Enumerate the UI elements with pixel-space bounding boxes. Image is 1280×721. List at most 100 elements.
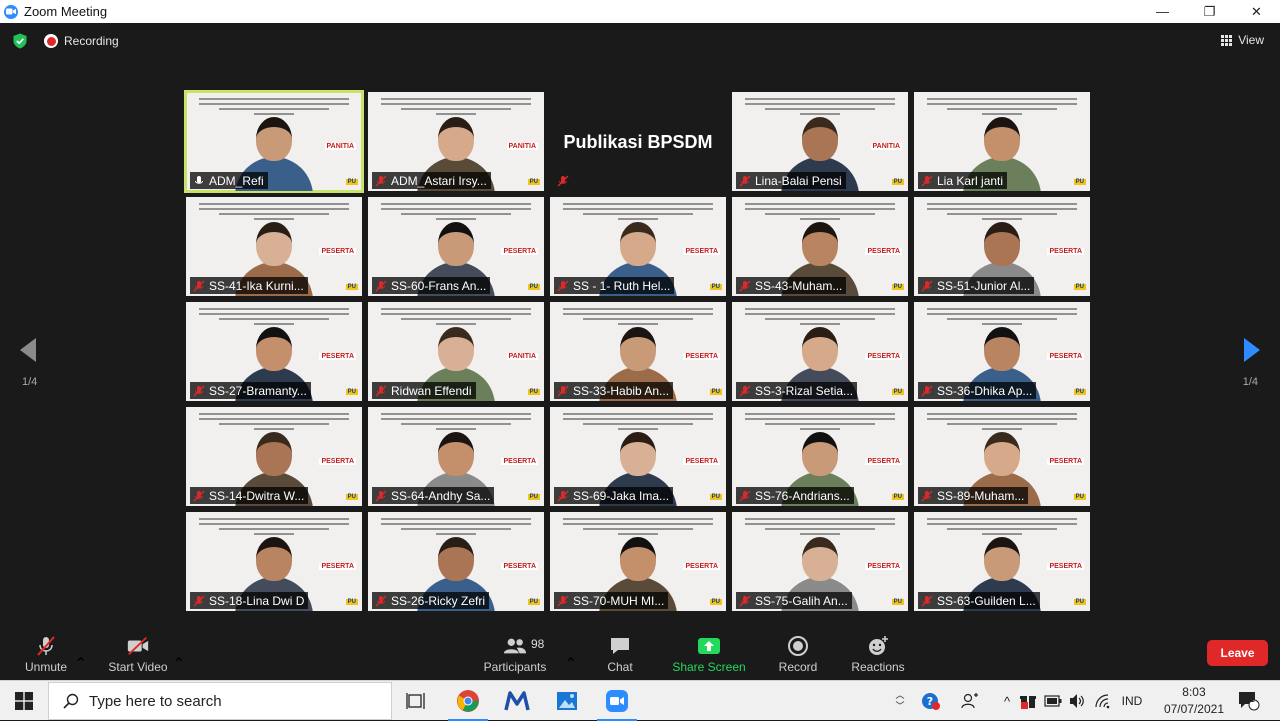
participant-video-tile[interactable]: Publikasi BPSDM [550, 92, 726, 191]
zoom-app-icon [4, 4, 18, 19]
participant-video-tile[interactable]: PESERTA PU SS - 1- Ruth Hel... [550, 197, 726, 296]
video-options-caret-icon[interactable]: ⌃ [172, 632, 185, 680]
participant-role-label: PESERTA [865, 353, 902, 360]
participant-name: Lia Karl janti [937, 173, 1004, 188]
close-button[interactable]: ✕ [1233, 0, 1280, 23]
muted-microphone-icon [375, 175, 387, 186]
recording-label[interactable]: Recording [64, 34, 119, 48]
reactions-button[interactable]: Reactions [850, 632, 906, 680]
participant-name: SS-75-Galih An... [755, 593, 848, 608]
chevron-up-icon[interactable]: ︿ [895, 690, 904, 701]
start-video-label: Start Video [108, 660, 168, 674]
muted-microphone-icon [557, 385, 569, 396]
participant-video-tile[interactable]: PESERTA PU SS-14-Dwitra W... [186, 407, 362, 506]
participant-video-tile[interactable]: PESERTA PU SS-3-Rizal Setia... [732, 302, 908, 401]
taskbar-zoom-app[interactable] [593, 681, 641, 721]
chevron-down-icon[interactable]: ﹀ [895, 701, 904, 712]
gift-icon [1020, 696, 1036, 709]
participant-video-tile[interactable]: PESERTA PU SS-27-Bramanty... [186, 302, 362, 401]
participant-name: SS-18-Lina Dwi D [209, 593, 305, 608]
people-icon [961, 693, 978, 709]
taskbar-chrome-app[interactable] [444, 681, 492, 721]
participant-video-tile[interactable]: PESERTA PU SS-26-Ricky Zefri [368, 512, 544, 611]
record-button[interactable]: Record [777, 632, 819, 680]
participant-name: SS-36-Dhika Ap... [937, 383, 1033, 398]
show-hidden-icons-chevron-icon[interactable]: ^ [998, 681, 1016, 721]
muted-microphone-icon [557, 175, 569, 186]
taskbar-photos-app[interactable] [543, 681, 591, 721]
view-button[interactable]: View [1221, 33, 1264, 47]
pupr-logo: PU [891, 179, 904, 185]
next-page-arrow-icon[interactable] [1236, 335, 1266, 365]
people-tray-icon[interactable] [958, 681, 982, 721]
participant-video-tile[interactable]: PESERTA PU SS-69-Jaka Ima... [550, 407, 726, 506]
participant-video-tile[interactable]: PESERTA PU SS-33-Habib An... [550, 302, 726, 401]
participant-role-label: PANITIA [506, 353, 538, 360]
participant-name-bar: Lina-Balai Pensi [736, 172, 846, 189]
participant-video-tile[interactable]: PANITIA PU Ridwan Effendi [368, 302, 544, 401]
previous-page-arrow-icon[interactable] [14, 335, 44, 365]
taskbar-search-box[interactable] [48, 682, 392, 720]
participant-video-tile[interactable]: PESERTA PU SS-75-Galih An... [732, 512, 908, 611]
pupr-logo: PU [527, 599, 540, 605]
start-video-button[interactable]: Start Video [106, 632, 170, 680]
tray-scroll-chevrons[interactable]: ︿ ﹀ [892, 681, 908, 721]
participant-role-label: PESERTA [683, 458, 720, 465]
audio-options-caret-icon[interactable]: ⌃ [74, 632, 87, 680]
participant-name-bar: SS-18-Lina Dwi D [190, 592, 309, 609]
participant-video-tile[interactable]: PESERTA PU SS-76-Andrians... [732, 407, 908, 506]
shield-icon[interactable] [12, 33, 28, 49]
participant-video-tile[interactable]: PESERTA PU SS-51-Junior Al... [914, 197, 1090, 296]
chat-label: Chat [607, 660, 633, 674]
participant-role-label: PESERTA [865, 563, 902, 570]
participant-video-tile[interactable]: PESERTA PU SS-70-MUH MI... [550, 512, 726, 611]
participant-video-tile[interactable]: PESERTA PU SS-89-Muham... [914, 407, 1090, 506]
participant-name-bar: SS-3-Rizal Setia... [736, 382, 858, 399]
leave-button[interactable]: Leave [1207, 640, 1268, 666]
microphone-active-icon [195, 175, 203, 184]
taskbar-clock[interactable]: 8:03 07/07/2021 [1164, 684, 1224, 718]
maximize-button[interactable]: ❐ [1186, 0, 1233, 23]
muted-microphone-icon [739, 490, 751, 501]
pupr-logo: PU [891, 284, 904, 290]
help-tray-icon[interactable]: ? [918, 681, 944, 721]
participant-video-tile[interactable]: PESERTA PU SS-63-Guilden L... [914, 512, 1090, 611]
windows-logo-icon [15, 692, 33, 710]
active-speaker-video-tile[interactable]: PANITIA PU ADM_Refi [184, 90, 364, 193]
taskbar-search-input[interactable] [89, 692, 379, 710]
input-language-indicator[interactable]: IND [1118, 681, 1146, 721]
participant-role-label: PESERTA [683, 248, 720, 255]
volume-tray-icon[interactable] [1066, 681, 1088, 721]
recording-icon[interactable] [44, 34, 58, 48]
muted-microphone-icon [557, 280, 569, 291]
participant-role-label: PESERTA [501, 563, 538, 570]
participant-video-tile[interactable]: PU Lia Karl janti [914, 92, 1090, 191]
participants-options-caret-icon[interactable]: ⌃ [564, 632, 577, 680]
page-indicator-left: 1/4 [22, 376, 38, 388]
chat-button[interactable]: Chat [603, 632, 637, 680]
minimize-button[interactable]: — [1139, 0, 1186, 23]
participant-video-tile[interactable]: PANITIA PU Lina-Balai Pensi [732, 92, 908, 191]
participant-video-tile[interactable]: PANITIA PU ADM_Astari Irsy... [368, 92, 544, 191]
muted-microphone-icon [739, 385, 751, 396]
participant-video-tile[interactable]: PESERTA PU SS-64-Andhy Sa... [368, 407, 544, 506]
participant-video-tile[interactable]: PESERTA PU SS-43-Muham... [732, 197, 908, 296]
battery-tray-icon[interactable] [1042, 681, 1064, 721]
taskbar-mendeley-app[interactable] [493, 681, 541, 721]
participant-name: SS-89-Muham... [937, 488, 1025, 503]
action-center-button[interactable]: 1 [1234, 681, 1264, 721]
windows-taskbar: ︿ ﹀ ? ^ IND 8:03 07/07/2021 1 [0, 680, 1280, 721]
participant-video-tile[interactable]: PESERTA PU SS-18-Lina Dwi D [186, 512, 362, 611]
participant-video-tile[interactable]: PESERTA PU SS-41-Ika Kurni... [186, 197, 362, 296]
participant-video-tile[interactable]: PESERTA PU SS-36-Dhika Ap... [914, 302, 1090, 401]
notification-app-tray-icon[interactable] [1018, 681, 1038, 721]
task-view-button[interactable] [392, 681, 440, 721]
participant-video-tile[interactable]: PESERTA PU SS-60-Frans An... [368, 197, 544, 296]
muted-microphone-icon [193, 280, 205, 291]
windows-start-button[interactable] [0, 681, 48, 721]
participant-role-label: PESERTA [1047, 563, 1084, 570]
unmute-button[interactable]: Unmute [22, 632, 70, 680]
share-screen-button[interactable]: Share Screen [672, 632, 746, 680]
wifi-tray-icon[interactable] [1092, 681, 1114, 721]
participant-name-bar: Lia Karl janti [918, 172, 1008, 189]
